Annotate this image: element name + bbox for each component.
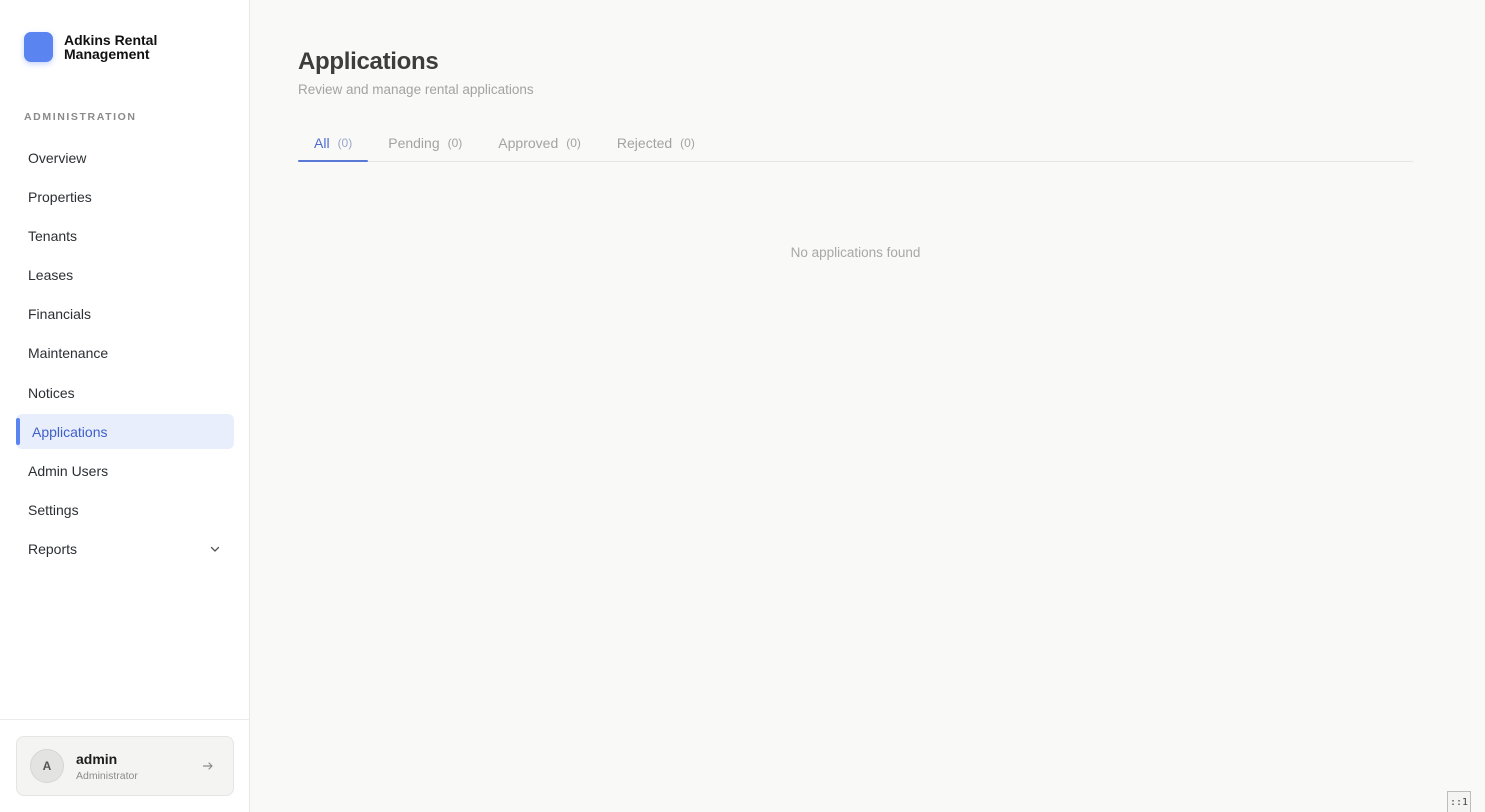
brand-logo <box>24 32 53 62</box>
tab-count: (0) <box>337 135 353 150</box>
sidebar-item-applications[interactable]: Applications <box>16 414 234 450</box>
sidebar-item-label: Applications <box>32 423 108 440</box>
tab-count: (0) <box>447 135 463 150</box>
sidebar-item-label: Maintenance <box>28 345 109 362</box>
sidebar-item-settings[interactable]: Settings <box>16 493 234 528</box>
brand[interactable]: Adkins Rental Management <box>24 32 174 62</box>
sidebar-nav: Overview Properties Tenants Leases Finan… <box>16 140 234 571</box>
sidebar-item-label: Tenants <box>28 227 78 244</box>
divider <box>0 719 249 720</box>
arrow-right-icon[interactable] <box>201 759 215 773</box>
sidebar-item-leases[interactable]: Leases <box>16 258 234 293</box>
tab-count: (0) <box>680 135 695 150</box>
page-title: Applications <box>298 48 439 75</box>
sidebar-item-reports[interactable]: Reports <box>16 532 234 567</box>
sidebar-item-label: Leases <box>28 267 74 284</box>
sidebar-item-label: Admin Users <box>28 463 109 479</box>
sidebar-item-tenants[interactable]: Tenants <box>16 218 234 253</box>
sidebar-item-properties[interactable]: Properties <box>16 179 234 214</box>
sidebar-item-label: Properties <box>28 188 92 205</box>
sidebar-item-label: Overview <box>28 149 87 166</box>
main-content: Applications Review and manage rental ap… <box>250 0 1485 812</box>
sidebar-item-label: Financials <box>28 306 92 323</box>
user-info: admin Administrator <box>76 751 138 782</box>
user-name: admin <box>76 750 118 767</box>
tab-label: All <box>314 134 330 151</box>
tab-rejected[interactable]: Rejected (0) <box>601 124 711 161</box>
tab-label: Approved <box>498 134 559 151</box>
sidebar-item-label: Reports <box>28 541 78 558</box>
brand-name: Adkins Rental Management <box>64 32 158 62</box>
user-card: A admin Administrator <box>16 736 234 796</box>
app-root: Adkins Rental Management ADMINISTRATION … <box>0 0 1485 812</box>
sidebar-item-financials[interactable]: Financials <box>16 297 234 332</box>
tab-count: (0) <box>566 135 581 150</box>
sidebar-item-label: Settings <box>28 502 79 519</box>
tab-pending[interactable]: Pending (0) <box>372 124 478 161</box>
user-role: Administrator <box>76 769 138 782</box>
status-tabs: All (0) Pending (0) Approved (0) Rejecte… <box>298 124 1413 162</box>
sidebar-item-overview[interactable]: Overview <box>16 140 234 175</box>
nav-section-label: ADMINISTRATION <box>24 111 137 123</box>
sidebar-item-maintenance[interactable]: Maintenance <box>16 336 234 371</box>
sidebar: Adkins Rental Management ADMINISTRATION … <box>0 0 250 812</box>
dev-indicator-badge[interactable]: ::1 <box>1447 791 1471 812</box>
sidebar-item-label: Notices <box>28 384 75 401</box>
tab-all[interactable]: All (0) <box>298 124 369 162</box>
tab-label: Pending <box>388 134 440 151</box>
tab-label: Rejected <box>616 134 673 151</box>
chevron-down-icon[interactable] <box>208 542 222 556</box>
tab-approved[interactable]: Approved (0) <box>482 124 597 161</box>
empty-state-message: No applications found <box>790 245 921 260</box>
sidebar-item-admin-users[interactable]: Admin Users <box>16 454 234 489</box>
sidebar-item-notices[interactable]: Notices <box>16 375 234 410</box>
page-subtitle: Review and manage rental applications <box>298 82 534 97</box>
avatar: A <box>30 749 64 783</box>
